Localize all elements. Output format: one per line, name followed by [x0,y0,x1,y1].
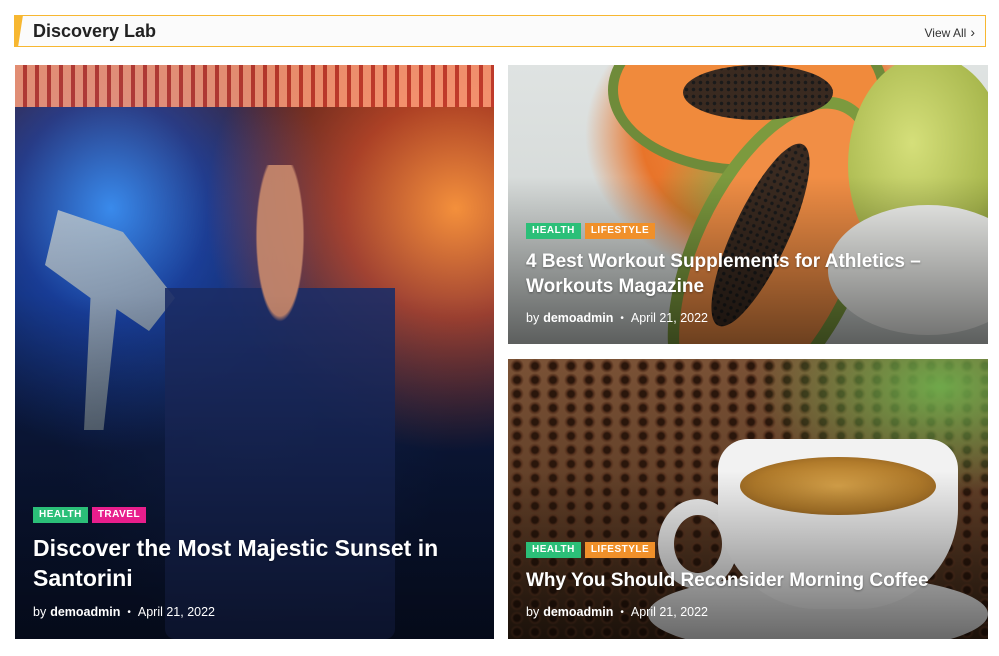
post-meta: HEALTH TRAVEL Discover the Most Majestic… [33,507,473,619]
post-meta: HEALTH LIFESTYLE 4 Best Workout Suppleme… [526,223,966,325]
post-card[interactable]: HEALTH LIFESTYLE Why You Should Reconsid… [508,359,988,639]
byline-prefix: by [526,311,540,325]
section-header: Discovery Lab View All › [14,15,986,47]
byline-separator: • [127,606,131,618]
category-badge-lifestyle[interactable]: LIFESTYLE [584,223,656,239]
post-author[interactable]: demoadmin [543,311,613,325]
post-byline: by demoadmin • April 21, 2022 [526,605,966,619]
post-card[interactable]: HEALTH LIFESTYLE 4 Best Workout Suppleme… [508,65,988,344]
post-byline: by demoadmin • April 21, 2022 [526,311,966,325]
post-meta: HEALTH LIFESTYLE Why You Should Reconsid… [526,542,966,619]
category-badge-health[interactable]: HEALTH [33,507,88,523]
category-badge-travel[interactable]: TRAVEL [91,507,147,523]
view-all-link[interactable]: View All › [925,24,975,40]
category-badge-lifestyle[interactable]: LIFESTYLE [584,542,656,558]
featured-post-card[interactable]: HEALTH TRAVEL Discover the Most Majestic… [15,65,494,639]
byline-separator: • [620,606,624,618]
post-byline: by demoadmin • April 21, 2022 [33,605,473,619]
byline-prefix: by [33,605,47,619]
post-categories: HEALTH LIFESTYLE [526,542,966,558]
post-author[interactable]: demoadmin [50,605,120,619]
byline-prefix: by [526,605,540,619]
category-badge-health[interactable]: HEALTH [526,542,581,558]
view-all-label: View All [924,26,967,40]
byline-separator: • [620,312,624,324]
chevron-right-icon: › [970,24,975,40]
post-date: April 21, 2022 [137,605,216,619]
post-author[interactable]: demoadmin [543,605,613,619]
category-badge-health[interactable]: HEALTH [526,223,581,239]
section-title: Discovery Lab [33,21,157,41]
post-title[interactable]: 4 Best Workout Supplements for Athletics… [526,249,966,299]
post-title[interactable]: Why You Should Reconsider Morning Coffee [526,568,966,593]
post-title[interactable]: Discover the Most Majestic Sunset in San… [33,533,473,593]
post-date: April 21, 2022 [630,311,709,325]
post-categories: HEALTH TRAVEL [33,507,473,523]
section-accent [14,15,23,47]
post-categories: HEALTH LIFESTYLE [526,223,966,239]
post-date: April 21, 2022 [630,605,709,619]
